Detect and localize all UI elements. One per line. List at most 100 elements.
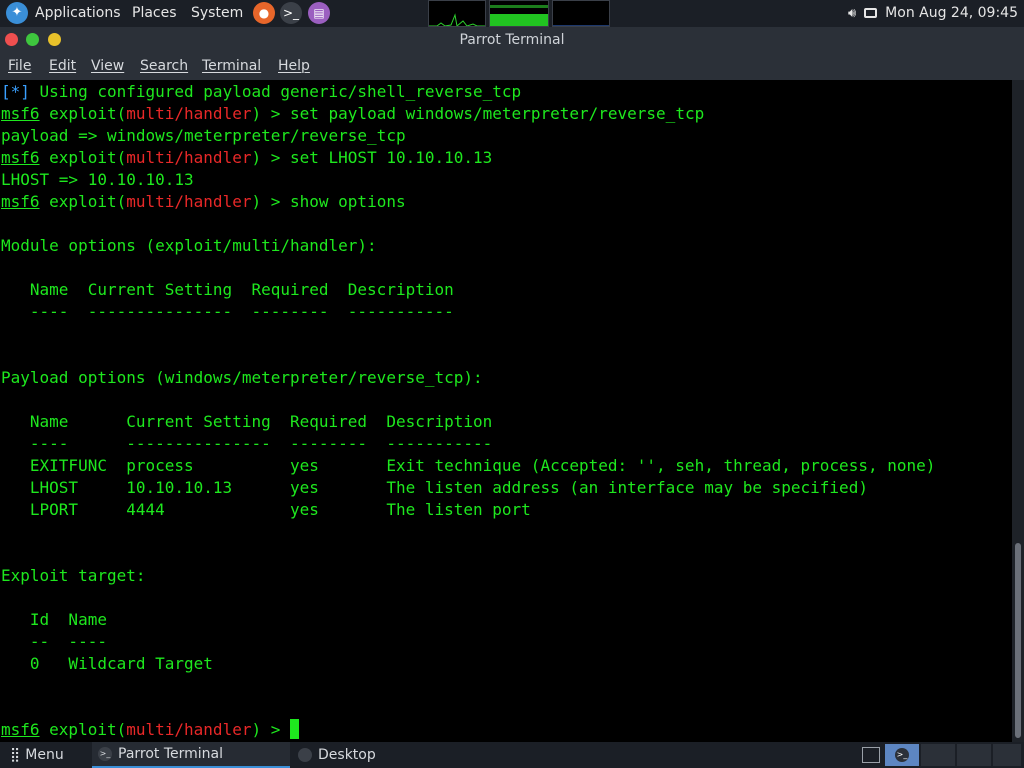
- line-text: Exploit target:: [1, 566, 146, 585]
- applications-menu[interactable]: Applications: [35, 5, 121, 21]
- terminal-line: msf6 exploit(multi/handler) > set LHOST …: [1, 147, 935, 169]
- terminal-output: [*] Using configured payload generic/she…: [1, 81, 935, 741]
- scrollbar-thumb[interactable]: [1015, 543, 1021, 738]
- terminal-line: Exploit target:: [1, 565, 935, 587]
- prompt-module: multi/handler: [126, 104, 252, 123]
- line-text: EXITFUNC process yes Exit technique (Acc…: [1, 456, 936, 475]
- clock[interactable]: Mon Aug 24, 09:45: [885, 5, 1018, 21]
- menu-help[interactable]: Help: [278, 58, 310, 74]
- terminal-line: msf6 exploit(multi/handler) > show optio…: [1, 191, 935, 213]
- prompt-text: ) >: [251, 192, 290, 211]
- prompt-text: exploit(: [39, 720, 127, 739]
- prompt-text: ) >: [251, 720, 290, 739]
- line-text: LHOST 10.10.10.13 yes The listen address…: [1, 478, 868, 497]
- bottom-panel: ⣿ Menu >_ Parrot Terminal Desktop >_: [0, 742, 1024, 768]
- line-text: ---- --------------- -------- ----------…: [1, 434, 493, 453]
- menubar: File Edit View Search Terminal Help: [0, 54, 1024, 80]
- prompt-text: exploit(: [39, 104, 127, 123]
- menu-terminal[interactable]: Terminal: [202, 58, 261, 74]
- text-editor-icon[interactable]: ▤: [308, 2, 330, 24]
- terminal-line: Name Current Setting Required Descriptio…: [1, 411, 935, 433]
- terminal-line: EXITFUNC process yes Exit technique (Acc…: [1, 455, 936, 477]
- volume-icon[interactable]: 🔊︎: [848, 6, 856, 21]
- parrot-logo-icon[interactable]: ✦: [6, 2, 28, 24]
- workspace-3[interactable]: [957, 744, 991, 766]
- prompt-prefix: msf6: [1, 104, 40, 123]
- terminal-line: -- ----: [1, 631, 935, 653]
- system-menu[interactable]: System: [191, 5, 243, 21]
- line-text: Payload options (windows/meterpreter/rev…: [1, 368, 483, 387]
- memory-monitor[interactable]: [489, 0, 549, 27]
- terminal-line: Id Name: [1, 609, 935, 631]
- line-text: Using configured payload generic/shell_r…: [29, 82, 522, 101]
- workspace-1[interactable]: >_: [885, 744, 919, 766]
- terminal-line: payload => windows/meterpreter/reverse_t…: [1, 125, 935, 147]
- window-titlebar[interactable]: Parrot Terminal: [0, 27, 1024, 54]
- workspace-switcher-icon[interactable]: [862, 747, 880, 763]
- line-text: ---- --------------- -------- ----------…: [1, 302, 454, 321]
- app-grid-icon: ⣿: [10, 747, 20, 763]
- desktop-icon: [298, 748, 312, 762]
- menu-search[interactable]: Search: [140, 58, 188, 74]
- prompt-prefix: msf6: [1, 720, 40, 739]
- task-desktop[interactable]: Desktop: [294, 742, 498, 768]
- terminal-line: msf6 exploit(multi/handler) >: [1, 719, 935, 741]
- display-icon[interactable]: [864, 8, 878, 18]
- prompt-module: multi/handler: [126, 720, 252, 739]
- info-tag: [*]: [1, 82, 30, 101]
- line-text: Name Current Setting Required Descriptio…: [1, 280, 454, 299]
- prompt-text: exploit(: [39, 148, 127, 167]
- prompt-prefix: msf6: [1, 192, 40, 211]
- network-graph-icon: [553, 25, 609, 26]
- memory-graph-icon: [490, 5, 548, 26]
- line-text: LPORT 4444 yes The listen port: [1, 500, 531, 519]
- line-text: LHOST => 10.10.10.13: [1, 170, 194, 189]
- network-monitor[interactable]: [552, 0, 610, 27]
- line-text: 0 Wildcard Target: [1, 654, 213, 673]
- terminal-line: LHOST 10.10.10.13 yes The listen address…: [1, 477, 935, 499]
- terminal-line: ---- --------------- -------- ----------…: [1, 301, 935, 323]
- command-text: set payload windows/meterpreter/reverse_…: [290, 104, 705, 123]
- task-label: Desktop: [318, 747, 376, 763]
- terminal-line: Payload options (windows/meterpreter/rev…: [1, 367, 935, 389]
- terminal-line: LHOST => 10.10.10.13: [1, 169, 935, 191]
- terminal-line: LPORT 4444 yes The listen port: [1, 499, 935, 521]
- terminal-line: msf6 exploit(multi/handler) > set payloa…: [1, 103, 935, 125]
- task-parrot-terminal[interactable]: >_ Parrot Terminal: [92, 742, 290, 768]
- prompt-text: exploit(: [39, 192, 127, 211]
- line-text: payload => windows/meterpreter/reverse_t…: [1, 126, 406, 145]
- firefox-icon[interactable]: ●: [253, 2, 275, 24]
- prompt-module: multi/handler: [126, 148, 252, 167]
- cpu-graph-icon: [429, 13, 485, 26]
- terminal-icon: >_: [98, 747, 112, 761]
- terminal-scrollbar[interactable]: [1012, 80, 1024, 742]
- terminal-icon[interactable]: >_: [280, 2, 302, 24]
- workspace-2[interactable]: [921, 744, 955, 766]
- line-text: -- ----: [1, 632, 107, 651]
- terminal-view[interactable]: [*] Using configured payload generic/she…: [0, 80, 1012, 742]
- prompt-text: ) >: [251, 104, 290, 123]
- cpu-monitor[interactable]: [428, 0, 486, 27]
- line-text: Id Name: [1, 610, 107, 629]
- top-panel: ✦ Applications Places System ● >_ ▤ 🔊︎ M…: [0, 0, 1024, 27]
- command-text: set LHOST 10.10.10.13: [290, 148, 493, 167]
- terminal-line: ---- --------------- -------- ----------…: [1, 433, 935, 455]
- menu-file[interactable]: File: [8, 58, 31, 74]
- menu-edit[interactable]: Edit: [49, 58, 76, 74]
- terminal-line: Module options (exploit/multi/handler):: [1, 235, 935, 257]
- task-label: Parrot Terminal: [118, 746, 224, 762]
- menu-view[interactable]: View: [91, 58, 124, 74]
- places-menu[interactable]: Places: [132, 5, 177, 21]
- workspace-4[interactable]: [993, 744, 1021, 766]
- menu-button[interactable]: ⣿ Menu: [10, 742, 64, 768]
